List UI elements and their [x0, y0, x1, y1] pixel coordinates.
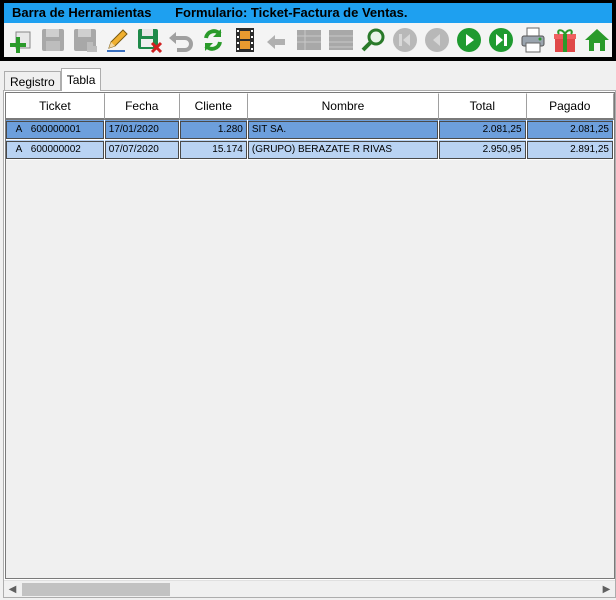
last-record-icon[interactable] [486, 25, 516, 55]
column-header-ticket[interactable]: Ticket [6, 93, 105, 120]
toolbar-title: Barra de Herramientas Formulario: Ticket… [4, 3, 612, 23]
cell-total[interactable]: 2.081,25 [439, 120, 527, 140]
undo-disabled-icon[interactable] [166, 25, 196, 55]
form-title: Formulario: Ticket-Factura de Ventas. [175, 5, 408, 20]
cell-nombre[interactable]: (GRUPO) BERAZATE R RIVAS [247, 140, 440, 160]
cell-serie: A [15, 143, 23, 155]
table-row[interactable]: A 600000002 07/07/2020 15.174 (GRUPO) BE… [6, 140, 614, 160]
cell-ticket-number: 600000001 [30, 123, 81, 135]
data-grid[interactable]: Ticket Fecha Cliente Nombre Total Pagado… [5, 92, 615, 579]
tab-registro[interactable]: Registro [4, 71, 61, 91]
scroll-thumb[interactable] [22, 583, 170, 596]
cell-fecha[interactable]: 07/07/2020 [104, 140, 180, 160]
cell-total[interactable]: 2.950,95 [439, 140, 527, 160]
table-row[interactable]: A 600000001 17/01/2020 1.280 SIT SA. 2.0… [6, 120, 614, 140]
tickets-table: Ticket Fecha Cliente Nombre Total Pagado… [6, 93, 614, 160]
print-icon[interactable] [518, 25, 548, 55]
icon-toolbar [4, 23, 612, 57]
cell-ticket[interactable]: A 600000002 [6, 140, 105, 160]
cell-serie: A [15, 123, 23, 135]
cell-cliente[interactable]: 1.280 [179, 120, 248, 140]
tab-strip: Registro Tabla [4, 68, 102, 91]
grid-disabled-icon[interactable] [294, 25, 324, 55]
toolbar-frame: Barra de Herramientas Formulario: Ticket… [0, 0, 616, 61]
scroll-right-icon[interactable]: ▶ [598, 581, 615, 598]
cell-nombre[interactable]: SIT SA. [247, 120, 440, 140]
cell-fecha[interactable]: 17/01/2020 [104, 120, 180, 140]
toolbar-title-left: Barra de Herramientas [12, 5, 152, 20]
cell-ticket-number: 600000002 [30, 143, 81, 155]
column-header-nombre[interactable]: Nombre [247, 93, 440, 120]
home-icon[interactable] [582, 25, 612, 55]
column-header-fecha[interactable]: Fecha [104, 93, 180, 120]
scroll-left-icon[interactable]: ◀ [4, 581, 21, 598]
edit-icon[interactable] [102, 25, 132, 55]
refresh-icon[interactable] [198, 25, 228, 55]
add-icon[interactable] [6, 25, 36, 55]
column-header-total[interactable]: Total [439, 93, 527, 120]
cell-pagado[interactable]: 2.891,25 [526, 140, 614, 160]
table-header: Ticket Fecha Cliente Nombre Total Pagado [6, 93, 614, 120]
horizontal-scrollbar[interactable]: ◀ ▶ [4, 580, 615, 597]
next-record-icon[interactable] [454, 25, 484, 55]
film-icon[interactable] [230, 25, 260, 55]
tab-panel: Ticket Fecha Cliente Nombre Total Pagado… [3, 90, 616, 598]
prev-record-disabled-icon[interactable] [422, 25, 452, 55]
gift-icon[interactable] [550, 25, 580, 55]
grid2-disabled-icon[interactable] [326, 25, 356, 55]
cell-ticket[interactable]: A 600000001 [6, 120, 105, 140]
first-record-disabled-icon[interactable] [390, 25, 420, 55]
column-header-pagado[interactable]: Pagado [526, 93, 614, 120]
search-icon[interactable] [358, 25, 388, 55]
save-as-disabled-icon[interactable] [70, 25, 100, 55]
cell-cliente[interactable]: 15.174 [179, 140, 248, 160]
tab-tabla[interactable]: Tabla [60, 68, 102, 91]
app-window: Barra de Herramientas Formulario: Ticket… [0, 0, 616, 600]
cell-pagado[interactable]: 2.081,25 [526, 120, 614, 140]
column-header-cliente[interactable]: Cliente [179, 93, 248, 120]
save-cancel-icon[interactable] [134, 25, 164, 55]
save-disabled-icon[interactable] [38, 25, 68, 55]
back-arrow-disabled-icon[interactable] [262, 25, 292, 55]
